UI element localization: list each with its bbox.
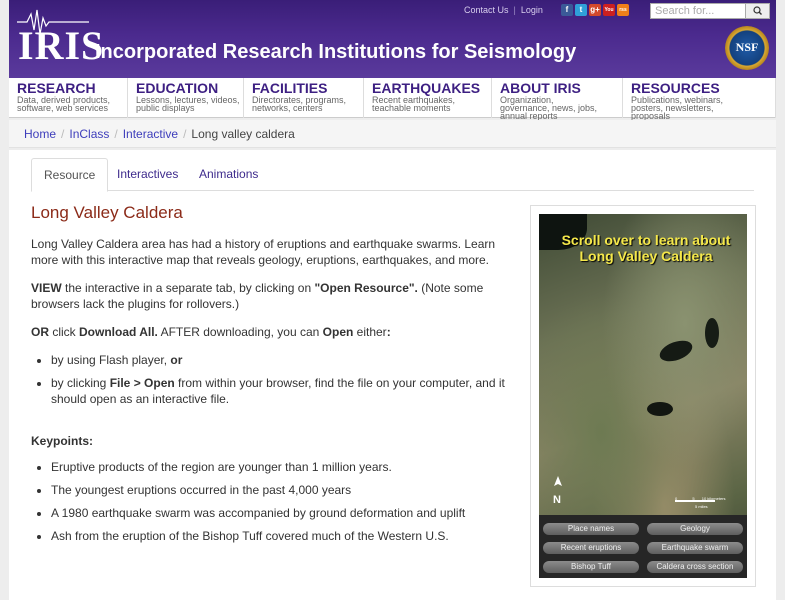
nav-item-title: RESEARCH [17, 80, 96, 96]
open-strong: Open [322, 325, 354, 339]
or-paragraph: OR click Download All. AFTER downloading… [31, 324, 506, 340]
bishop-tuff-button[interactable]: Bishop Tuff [543, 561, 639, 573]
keypoint-item: A 1980 earthquake swarm was accompanied … [51, 505, 506, 521]
nav-item-subtitle: Lessons, lectures, videos, public displa… [136, 95, 240, 113]
nsf-logo-text: NSF [735, 40, 759, 54]
scale-mi-label: 5 miles [695, 504, 708, 509]
breadcrumb-interactive[interactable]: Interactive [123, 127, 178, 141]
intro-paragraph: Long Valley Caldera area has had a histo… [31, 237, 496, 267]
or-text: click [49, 325, 79, 339]
nav-item-subtitle: Recent earthquakes, teachable moments [372, 95, 456, 113]
interactive-preview-panel: Scroll over to learn about Long Valley C… [530, 205, 756, 587]
lake-shape [647, 402, 673, 416]
nav-item-resources[interactable]: RESOURCES Publications, webinars, posters… [623, 78, 776, 121]
nav-item-subtitle: Organization, governance, news, jobs, an… [500, 95, 598, 121]
north-label: N [553, 494, 561, 506]
nav-item-facilities[interactable]: FACILITIES Directorates, programs, networ… [244, 78, 364, 118]
or-strong: OR [31, 325, 49, 339]
social-icons: f t g+ You rss [561, 4, 629, 16]
tab-animations[interactable]: Animations [187, 158, 270, 191]
scale-bar: 0 5 10 kilometers 5 miles [675, 496, 743, 510]
twitter-icon[interactable]: t [575, 4, 587, 16]
youtube-icon[interactable]: You [603, 4, 615, 16]
nav-item-subtitle: Publications, webinars, posters, newslet… [631, 95, 724, 121]
list-item: by using Flash player, or [51, 352, 506, 368]
login-link[interactable]: Login [521, 5, 543, 15]
site-header: IRIS Incorporated Research Institutions … [9, 0, 776, 78]
map-caption: Scroll over to learn about Long Valley C… [561, 232, 731, 264]
nav-item-title: EARTHQUAKES [372, 80, 481, 96]
top-links: Contact Us | Login [464, 5, 543, 15]
nav-item-subtitle: Data, derived products, software, web se… [17, 95, 111, 113]
facebook-icon[interactable]: f [561, 4, 573, 16]
link-divider: | [513, 5, 516, 15]
breadcrumb-divider: / [114, 127, 118, 141]
open-resource-strong: "Open Resource". [314, 281, 418, 295]
caldera-cross-section-button[interactable]: Caldera cross section [647, 561, 743, 573]
nav-item-title: RESOURCES [631, 80, 720, 96]
download-all-strong: Download All. [79, 325, 158, 339]
breadcrumb-bar: Home / InClass / Interactive / Long valley cal… [9, 120, 776, 148]
lake-shape [656, 336, 696, 366]
search-button[interactable] [745, 3, 770, 19]
long-valley-map-image[interactable]: Scroll over to learn about Long Valley C… [539, 214, 747, 578]
lake-shape [705, 318, 719, 348]
main-navigation: RESEARCH Data, derived products, software… [9, 78, 776, 121]
map-layer-buttons: Place names Geology Recent eruptions Ear… [539, 515, 747, 578]
recent-eruptions-button[interactable]: Recent eruptions [543, 542, 639, 554]
nav-item-title: ABOUT IRIS [500, 80, 581, 96]
search-icon [753, 6, 762, 15]
earthquake-swarm-button[interactable]: Earthquake swarm [647, 542, 743, 554]
geology-button[interactable]: Geology [647, 523, 743, 535]
bullet2-strong: File > Open [109, 376, 175, 390]
view-strong: VIEW [31, 281, 62, 295]
breadcrumb: Home / InClass / Interactive / Long valley cal… [24, 127, 295, 141]
nav-item-title: FACILITIES [252, 80, 328, 96]
nav-item-education[interactable]: EDUCATION Lessons, lectures, videos, publ… [128, 78, 244, 118]
breadcrumb-inclass[interactable]: InClass [69, 127, 109, 141]
bullet2-text: by clicking [51, 376, 110, 390]
site-title[interactable]: Incorporated Research Institutions for S… [95, 41, 576, 64]
colon: : [386, 325, 391, 339]
googleplus-icon[interactable]: g+ [589, 4, 601, 16]
after-text: AFTER downloading, you can [157, 325, 323, 339]
keypoints-list: Eruptive products of the region are youn… [51, 459, 506, 544]
iris-logo-text[interactable]: IRIS [18, 22, 104, 69]
nsf-seal-logo[interactable]: NSF [725, 26, 769, 70]
breadcrumb-divider: / [183, 127, 187, 141]
rss-icon[interactable]: rss [617, 4, 629, 16]
scale-line [675, 500, 715, 502]
breadcrumb-divider: / [61, 127, 65, 141]
contact-us-link[interactable]: Contact Us [464, 5, 509, 15]
page-title: Long Valley Caldera [31, 203, 183, 222]
place-names-button[interactable]: Place names [543, 523, 639, 535]
tab-resource[interactable]: Resource [31, 158, 109, 192]
nav-item-title: EDUCATION [136, 80, 219, 96]
nav-item-about-iris[interactable]: ABOUT IRIS Organization, governance, news… [492, 78, 623, 121]
view-text: the interactive in a separate tab, by cl… [61, 281, 315, 295]
nav-item-earthquakes[interactable]: EARTHQUAKES Recent earthquakes, teachable… [364, 78, 492, 118]
bullet1-strong: or [170, 353, 183, 367]
list-item: by clicking File > Open from within your… [51, 375, 506, 407]
keypoint-item: The youngest eruptions occurred in the p… [51, 482, 506, 498]
either-text: either [353, 325, 387, 339]
nav-item-subtitle: Directorates, programs, networks, center… [252, 95, 347, 113]
main-content: Resource Interactives Animations Long Va… [9, 150, 776, 600]
bullet1-text: by using Flash player, [51, 353, 171, 367]
resource-tabs: Resource Interactives Animations [31, 158, 754, 192]
keypoint-item: Eruptive products of the region are youn… [51, 459, 506, 475]
keypoints-heading: Keypoints: [31, 434, 94, 448]
search-input[interactable]: Search for... [650, 3, 746, 19]
nav-item-research[interactable]: RESEARCH Data, derived products, software… [9, 78, 128, 118]
breadcrumb-home[interactable]: Home [24, 127, 56, 141]
breadcrumb-current: Long valley caldera [191, 127, 295, 141]
keypoint-item: Ash from the eruption of the Bishop Tuff… [51, 528, 506, 544]
view-paragraph: VIEW the interactive in a separate tab, … [31, 280, 506, 312]
open-options-list: by using Flash player, or by clicking Fi… [51, 352, 506, 407]
resource-description: Long Valley Caldera area has had a histo… [31, 236, 506, 551]
tab-interactives[interactable]: Interactives [105, 158, 190, 191]
